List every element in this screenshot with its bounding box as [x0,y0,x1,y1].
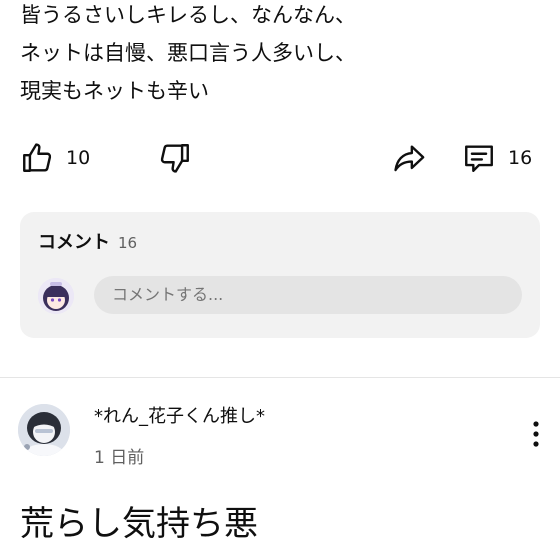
thumbs-up-icon [20,141,54,175]
like-count: 10 [66,147,91,169]
reply-username[interactable]: *れん_花子くん推し* [94,402,265,428]
more-vertical-icon [524,421,548,454]
comment-input[interactable] [94,276,522,314]
dislike-button[interactable] [158,136,192,180]
post-line-1: 皆うるさいしキレるし、なんなん、 [20,3,356,27]
reply-timestamp: 1 日前 [94,448,145,468]
comments-header: コメント 16 [38,228,137,254]
avatar[interactable] [18,404,70,456]
share-button[interactable] [392,136,426,180]
post-action-bar: 10 16 [0,136,560,180]
avatar [38,278,74,314]
post-line-3: 現実もネットも辛い [20,79,209,103]
thumbs-down-icon [158,141,192,175]
comments-button[interactable]: 16 [462,136,532,180]
comments-count: 16 [118,234,138,252]
more-options-button[interactable] [524,418,548,450]
post-body: 皆うるさいしキレるし、なんなん、 ネットは自慢、悪口言う人多いし、 現実もネット… [20,0,540,110]
reply-text: 荒らし気持ち悪 [20,504,258,544]
post-line-2: ネットは自慢、悪口言う人多いし、 [20,41,356,65]
comment-icon [462,141,496,175]
like-button[interactable]: 10 [20,136,90,180]
share-icon [392,141,426,175]
divider [0,377,560,378]
comment-count: 16 [508,147,533,169]
comments-card[interactable]: コメント 16 [20,212,540,338]
comments-title: コメント [38,232,110,253]
